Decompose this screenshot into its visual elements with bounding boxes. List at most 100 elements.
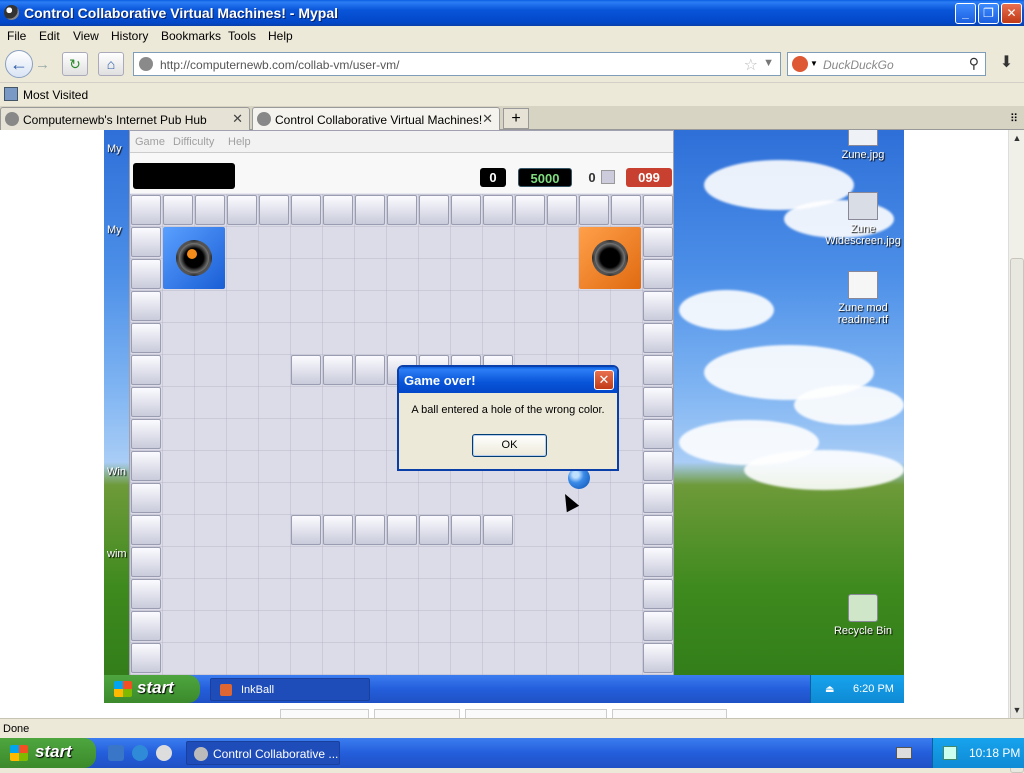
tab-close-icon[interactable]: ✕	[232, 111, 243, 127]
back-arrow-icon[interactable]: ←	[5, 50, 33, 78]
desktop-icon-zune-jpg[interactable]: Zune.jpg	[820, 130, 904, 161]
board-brick	[131, 227, 161, 257]
tab-internet-pub-hub[interactable]: Computernewb's Internet Pub Hub ✕	[0, 107, 250, 130]
board-brick	[643, 355, 673, 385]
vm-screen[interactable]: My My Win wim Zune.jpg Zune Widescreen.j…	[104, 130, 904, 703]
keyboard-icon[interactable]	[896, 747, 912, 759]
inkball-menu-difficulty[interactable]: Difficulty	[173, 136, 214, 148]
inkball-scoreboard: 0 5000 0 099	[130, 153, 673, 193]
window-titlebar: Control Collaborative Virtual Machines! …	[0, 0, 1024, 26]
menu-tools[interactable]: Tools	[228, 29, 256, 43]
board-brick	[643, 579, 673, 609]
home-icon[interactable]: ⌂	[98, 52, 124, 76]
scroll-down-icon[interactable]: ▼	[1009, 702, 1024, 718]
all-tabs-icon[interactable]: ⠿	[1010, 112, 1018, 125]
desktop-icon-zune-widescreen[interactable]: Zune Widescreen.jpg	[820, 192, 904, 247]
most-visited-icon[interactable]	[4, 87, 18, 101]
menu-edit[interactable]: Edit	[39, 29, 60, 43]
page-tab-stub[interactable]	[280, 709, 369, 718]
board-brick	[131, 579, 161, 609]
bookmark-star-icon[interactable]: ☆	[744, 55, 758, 75]
game-over-dialog: Game over! ✕ A ball entered a hole of th…	[397, 365, 619, 471]
board-brick	[643, 291, 673, 321]
vm-start-button[interactable]: start	[104, 675, 200, 703]
menu-view[interactable]: View	[73, 29, 99, 43]
most-visited-link[interactable]: Most Visited	[23, 88, 88, 102]
board-brick	[131, 355, 161, 385]
menu-help[interactable]: Help	[268, 29, 293, 43]
quicklaunch-media-icon[interactable]	[156, 745, 172, 761]
board-brick	[291, 195, 321, 225]
host-start-button[interactable]: start	[0, 738, 96, 768]
vm-clock: 6:20 PM	[853, 683, 894, 695]
tab-favicon-icon	[257, 112, 271, 126]
quicklaunch-explorer-icon[interactable]	[108, 745, 124, 761]
board-brick	[323, 195, 353, 225]
text-file-icon	[848, 271, 878, 299]
desktop-icon-zune-readme[interactable]: Zune mod readme.rtf	[820, 271, 904, 326]
search-icon[interactable]: ⚲	[969, 55, 979, 72]
board-brick	[643, 451, 673, 481]
scrollbar-thumb[interactable]	[1010, 258, 1024, 773]
desktop-icon-recycle-bin[interactable]: Recycle Bin	[820, 594, 904, 637]
page-tab-stub[interactable]	[612, 709, 727, 718]
network-icon[interactable]	[943, 746, 957, 760]
board-brick	[643, 483, 673, 513]
host-taskbar-browser[interactable]: Control Collaborative ...	[186, 741, 340, 765]
orange-hole	[579, 227, 641, 289]
ball-counter: 0	[588, 170, 596, 185]
page-tab-stub[interactable]	[465, 709, 607, 718]
menu-file[interactable]: File	[7, 29, 26, 43]
menu-bar: File Edit View History Bookmarks Tools H…	[0, 26, 1024, 47]
vertical-scrollbar[interactable]: ▲ ▼	[1008, 130, 1024, 773]
scroll-up-icon[interactable]: ▲	[1009, 130, 1024, 146]
status-text: Done	[3, 723, 30, 735]
tab-collab-vm[interactable]: Control Collaborative Virtual Machines! …	[252, 107, 500, 130]
dialog-title: Game over!	[404, 373, 476, 388]
url-bar[interactable]: http://computernewb.com/collab-vm/user-v…	[133, 52, 781, 76]
downloads-icon[interactable]: ⬇	[993, 52, 1020, 76]
blue-hole	[163, 227, 225, 289]
bookmarks-toolbar: Most Visited	[0, 84, 1024, 106]
host-system-tray: 10:18 PM	[932, 738, 1024, 768]
tab-close-icon[interactable]: ✕	[482, 111, 493, 127]
forward-arrow-icon[interactable]: →	[35, 56, 50, 73]
dialog-close-button[interactable]: ✕	[594, 370, 614, 390]
host-clock: 10:18 PM	[969, 746, 1021, 760]
reload-icon[interactable]: ↻	[62, 52, 88, 76]
vm-taskbar: start InkBall ⏏ 6:20 PM	[104, 675, 904, 703]
board-brick	[131, 387, 161, 417]
board-brick	[131, 291, 161, 321]
board-brick	[323, 355, 353, 385]
ink-color-bar	[133, 163, 235, 189]
window-title: Control Collaborative Virtual Machines! …	[24, 5, 339, 21]
search-engine-dropdown-icon[interactable]: ▼	[810, 59, 818, 68]
desktop-label: My	[107, 143, 122, 155]
board-brick	[579, 195, 609, 225]
board-brick	[291, 515, 321, 545]
board-brick	[131, 419, 161, 449]
minimize-button[interactable]: _	[955, 3, 976, 24]
board-brick	[131, 323, 161, 353]
board-brick	[323, 515, 353, 545]
vm-taskbar-inkball[interactable]: InkBall	[210, 678, 370, 701]
tray-eject-icon[interactable]: ⏏	[825, 684, 834, 695]
close-button[interactable]: ✕	[1001, 3, 1022, 24]
page-tab-stub[interactable]	[374, 709, 460, 718]
score-counter: 0	[480, 168, 506, 187]
search-bar[interactable]: ▼ DuckDuckGo ⚲	[787, 52, 986, 76]
windows-flag-icon	[10, 745, 28, 761]
quicklaunch-ie-icon[interactable]	[132, 745, 148, 761]
menu-history[interactable]: History	[111, 29, 148, 43]
maximize-button[interactable]: ❐	[978, 3, 999, 24]
menu-bookmarks[interactable]: Bookmarks	[161, 29, 221, 43]
site-identity-icon[interactable]	[139, 57, 153, 71]
inkball-menu-help[interactable]: Help	[228, 136, 251, 148]
url-dropdown-icon[interactable]: ▼	[763, 57, 774, 69]
duckduckgo-icon[interactable]	[792, 56, 808, 72]
new-tab-button[interactable]: +	[503, 108, 529, 129]
inkball-menu-game[interactable]: Game	[135, 136, 165, 148]
dialog-ok-button[interactable]: OK	[472, 434, 547, 457]
board-brick	[131, 451, 161, 481]
board-brick	[131, 259, 161, 289]
